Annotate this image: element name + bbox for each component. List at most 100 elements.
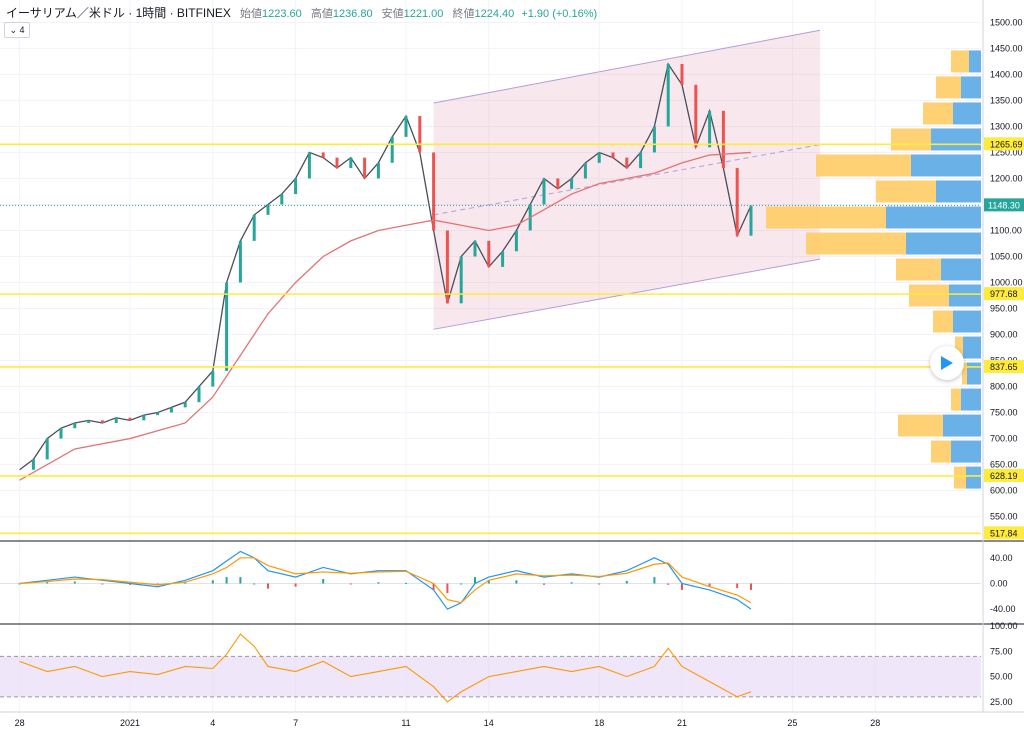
candle — [432, 152, 436, 231]
macd-histogram-bar — [446, 583, 449, 594]
price-tick-label: 550.00 — [990, 512, 1018, 522]
volume-profile-up-bar — [891, 128, 931, 151]
volume-profile-up-bar — [951, 388, 961, 411]
play-icon — [941, 356, 953, 370]
macd-histogram-bar — [736, 583, 739, 588]
candle — [556, 178, 560, 189]
macd-histogram-bar — [73, 581, 76, 584]
low-value: 1221.00 — [403, 8, 444, 20]
candle — [390, 136, 394, 163]
price-tick-label: 650.00 — [990, 460, 1018, 470]
candle — [708, 110, 712, 148]
high-value: 1236.80 — [332, 8, 373, 20]
channel-fill — [433, 30, 820, 330]
volume-profile-up-bar — [876, 180, 936, 203]
volume-profile-down-bar — [961, 76, 981, 99]
candle — [280, 194, 284, 205]
candle — [473, 240, 477, 257]
price-tick-label: 800.00 — [990, 382, 1018, 392]
time-tick-label: 4 — [210, 718, 215, 728]
volume-profile-down-bar — [941, 258, 981, 281]
volume-profile-down-bar — [931, 128, 981, 151]
price-tick-label: 1450.00 — [990, 43, 1023, 53]
open-label: 始値 — [240, 8, 262, 20]
candle — [252, 214, 256, 241]
price-axis: 1500.001450.001400.001350.001300.001250.… — [990, 17, 1023, 521]
volume-profile-down-bar — [966, 466, 981, 489]
macd-histogram-bar — [625, 580, 628, 584]
macd-histogram-bar — [653, 577, 656, 584]
price-tick-label: 1300.00 — [990, 121, 1023, 131]
volume-profile-up-bar — [951, 50, 969, 73]
macd-histogram-bar — [750, 583, 752, 590]
macd-histogram-bar — [225, 577, 228, 584]
candle — [459, 256, 463, 304]
indicator-toggle-button[interactable]: ⌄ 4 — [4, 22, 30, 38]
volume-profile-down-bar — [936, 180, 981, 203]
price-tick-label: 1200.00 — [990, 173, 1023, 183]
volume-profile-up-bar — [931, 440, 951, 463]
macd-histogram-bar — [267, 583, 269, 589]
time-tick-label: 21 — [677, 718, 687, 728]
price-tick-label: 1400.00 — [990, 69, 1023, 79]
macd-histogram-bar — [543, 583, 545, 585]
symbol-title[interactable]: イーサリアム／米ドル · 1時間 · BITFINEX — [6, 6, 231, 20]
price-tick-label: 1350.00 — [990, 95, 1023, 105]
candle — [680, 64, 684, 85]
volume-profile-up-bar — [933, 310, 953, 333]
candle — [639, 152, 643, 169]
candle — [611, 152, 615, 158]
low-label: 安値 — [381, 8, 404, 20]
volume-profile-down-bar — [967, 362, 981, 385]
volume-profile-up-bar — [816, 154, 911, 177]
candle — [225, 282, 229, 371]
level-tag-label: 517.84 — [990, 528, 1018, 538]
macd-histogram-bar — [239, 577, 242, 584]
candle — [294, 178, 298, 195]
candle — [349, 157, 353, 169]
volume-profile-up-bar — [936, 76, 961, 99]
candle — [583, 162, 587, 179]
price-tick-label: 1050.00 — [990, 251, 1023, 261]
volume-profile-down-bar — [911, 154, 981, 177]
candle — [114, 417, 118, 423]
level-tag-label: 1265.69 — [990, 139, 1023, 149]
macd-histogram-bar — [405, 582, 407, 584]
candle — [335, 157, 339, 169]
time-tick-label: 25 — [787, 718, 797, 728]
volume-profile-down-bar — [963, 336, 981, 359]
volume-profile-up-bar — [954, 466, 966, 489]
candle — [625, 157, 629, 169]
candle — [542, 178, 546, 205]
rsi-tick-label: 75.00 — [990, 646, 1013, 656]
candle — [321, 152, 325, 158]
volume-profile-down-bar — [961, 388, 981, 411]
macd-histogram-bar — [377, 582, 380, 584]
macd-histogram-bar — [46, 582, 49, 584]
time-tick-label: 2021 — [120, 718, 140, 728]
time-tick-label: 7 — [293, 718, 298, 728]
last-price-tag-label: 1148.30 — [988, 200, 1020, 210]
time-tick-label: 18 — [594, 718, 604, 728]
volume-profile-up-bar — [898, 414, 943, 437]
candle — [307, 152, 311, 179]
time-tick-label: 28 — [15, 718, 25, 728]
price-tick-label: 1100.00 — [990, 225, 1022, 235]
macd-tick-label: 0.00 — [990, 579, 1008, 589]
candle — [156, 412, 160, 416]
volume-profile-up-bar — [806, 232, 906, 255]
price-tick-label: 900.00 — [990, 330, 1018, 340]
replay-play-button[interactable] — [930, 346, 964, 380]
open-value: 1223.60 — [262, 8, 302, 20]
candle — [266, 204, 270, 215]
volume-profile-up-bar — [923, 102, 953, 125]
volume-profile-down-bar — [949, 284, 981, 307]
volume-profile-up-bar — [909, 284, 949, 307]
high-label: 高値 — [310, 8, 333, 20]
macd-histogram-bar — [322, 579, 325, 584]
candle — [652, 126, 656, 153]
macd-histogram-bar — [101, 583, 104, 585]
level-tag-label: 628.19 — [990, 471, 1018, 481]
volume-profile-up-bar — [766, 206, 886, 229]
volume-profile-down-bar — [951, 440, 981, 463]
